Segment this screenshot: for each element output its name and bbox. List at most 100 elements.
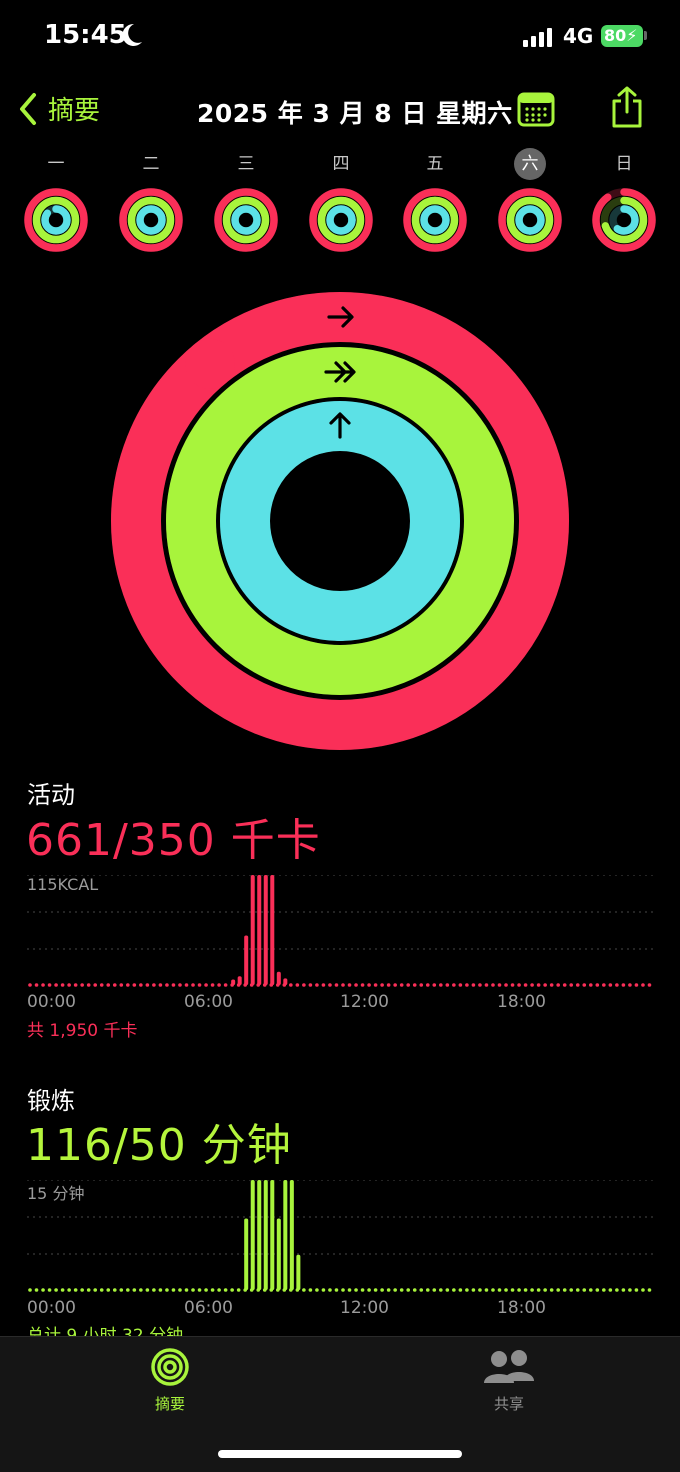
day-1[interactable]: 二 — [116, 148, 186, 254]
back-button[interactable]: 摘要 — [18, 90, 100, 127]
baseline-dot — [602, 983, 606, 987]
move-total: 共 1,950 千卡 — [27, 1021, 138, 1041]
baseline-dot — [517, 1288, 521, 1292]
baseline-dot — [210, 1288, 215, 1292]
baseline-dot — [321, 983, 326, 987]
baseline-dot — [432, 1288, 437, 1292]
baseline-dot — [588, 983, 593, 987]
baseline-dot — [615, 983, 619, 987]
chart-bar — [276, 1218, 281, 1290]
baseline-dot — [106, 1288, 111, 1292]
baseline-dot — [34, 983, 39, 987]
chart-bar — [237, 976, 242, 985]
baseline-dot — [523, 1288, 528, 1292]
baseline-dot — [80, 983, 84, 987]
baseline-dot — [210, 983, 215, 987]
day-3[interactable]: 四 — [306, 148, 376, 254]
exercise-tick-2: 12:00 — [340, 1298, 389, 1318]
baseline-dot — [99, 983, 104, 987]
baseline-dot — [536, 983, 541, 987]
baseline-dot — [34, 1288, 39, 1292]
day-2[interactable]: 三 — [211, 148, 281, 254]
baseline-dot — [126, 983, 130, 987]
baseline-dot — [497, 983, 502, 987]
exercise-chart: 15 分钟 — [27, 1180, 653, 1300]
baseline-dot — [458, 983, 463, 987]
baseline-dot — [158, 1288, 163, 1292]
baseline-dot — [412, 1288, 417, 1292]
baseline-dot — [419, 983, 424, 987]
battery-level: 80 — [604, 26, 627, 45]
day-0[interactable]: 一 — [21, 148, 91, 254]
baseline-dot — [595, 1288, 600, 1292]
baseline-dot — [497, 1288, 502, 1292]
exercise-tick-0: 00:00 — [27, 1298, 76, 1318]
baseline-dot — [178, 983, 182, 987]
calendar-icon[interactable] — [517, 91, 555, 127]
baseline-dot — [452, 983, 456, 987]
move-tick-2: 12:00 — [340, 992, 389, 1012]
baseline-dot — [536, 1288, 541, 1292]
day-exercise-ring-cap — [147, 196, 155, 205]
baseline-dot — [478, 983, 482, 987]
people-icon — [484, 1350, 534, 1383]
baseline-dot — [439, 983, 443, 987]
baseline-dot — [152, 983, 156, 987]
baseline-dot — [399, 1288, 404, 1292]
baseline-dot — [386, 1288, 391, 1292]
baseline-dot — [373, 1288, 378, 1292]
baseline-dot — [582, 1288, 587, 1292]
stand-ring-cap — [315, 591, 365, 641]
baseline-dot — [341, 983, 345, 987]
baseline-dot — [132, 983, 137, 987]
day-4[interactable]: 五 — [400, 148, 470, 254]
baseline-dot — [569, 983, 574, 987]
status-time: 15:45 — [44, 20, 127, 50]
baseline-dot — [112, 1288, 117, 1292]
exercise-tick-1: 06:00 — [184, 1298, 233, 1318]
baseline-dot — [465, 983, 469, 987]
baseline-dot — [308, 983, 313, 987]
baseline-dot — [191, 1288, 195, 1292]
baseline-dot — [562, 1288, 567, 1292]
baseline-dot — [425, 983, 430, 987]
share-icon[interactable] — [609, 85, 645, 129]
baseline-dot — [634, 1288, 639, 1292]
baseline-dot — [328, 1288, 332, 1292]
baseline-dot — [647, 1288, 652, 1292]
day-label: 六 — [514, 148, 546, 180]
baseline-dot — [504, 983, 508, 987]
move-tick-3: 18:00 — [497, 992, 546, 1012]
baseline-dot — [236, 1288, 241, 1292]
baseline-dot — [197, 1288, 202, 1292]
day-5[interactable]: 六 — [495, 148, 565, 254]
move-tick-0: 00:00 — [27, 992, 76, 1012]
chart-bar — [270, 1180, 275, 1290]
baseline-dot — [393, 1288, 397, 1292]
baseline-dot — [445, 1288, 450, 1292]
baseline-dot — [54, 1288, 58, 1292]
baseline-dot — [641, 1288, 645, 1292]
baseline-dot — [360, 1288, 365, 1292]
tab-summary[interactable]: 摘要 — [110, 1347, 230, 1414]
baseline-dot — [360, 983, 365, 987]
day-move-ring-cap — [320, 193, 329, 202]
home-indicator — [218, 1450, 462, 1458]
baseline-dot — [112, 983, 117, 987]
baseline-dot — [47, 1288, 52, 1292]
stand-ring — [220, 401, 460, 641]
baseline-dot — [641, 983, 645, 987]
day-6[interactable]: 日 — [589, 148, 659, 254]
baseline-dot — [321, 1288, 326, 1292]
tab-sharing[interactable]: 共享 — [449, 1347, 569, 1414]
baseline-dot — [412, 983, 417, 987]
chart-bar — [270, 875, 275, 985]
baseline-dot — [67, 983, 71, 987]
baseline-dot — [315, 983, 319, 987]
day-label: 五 — [426, 154, 444, 174]
baseline-dot — [621, 1288, 626, 1292]
baseline-dot — [139, 1288, 143, 1292]
baseline-dot — [510, 1288, 515, 1292]
baseline-dot — [204, 1288, 208, 1292]
baseline-dot — [615, 1288, 619, 1292]
